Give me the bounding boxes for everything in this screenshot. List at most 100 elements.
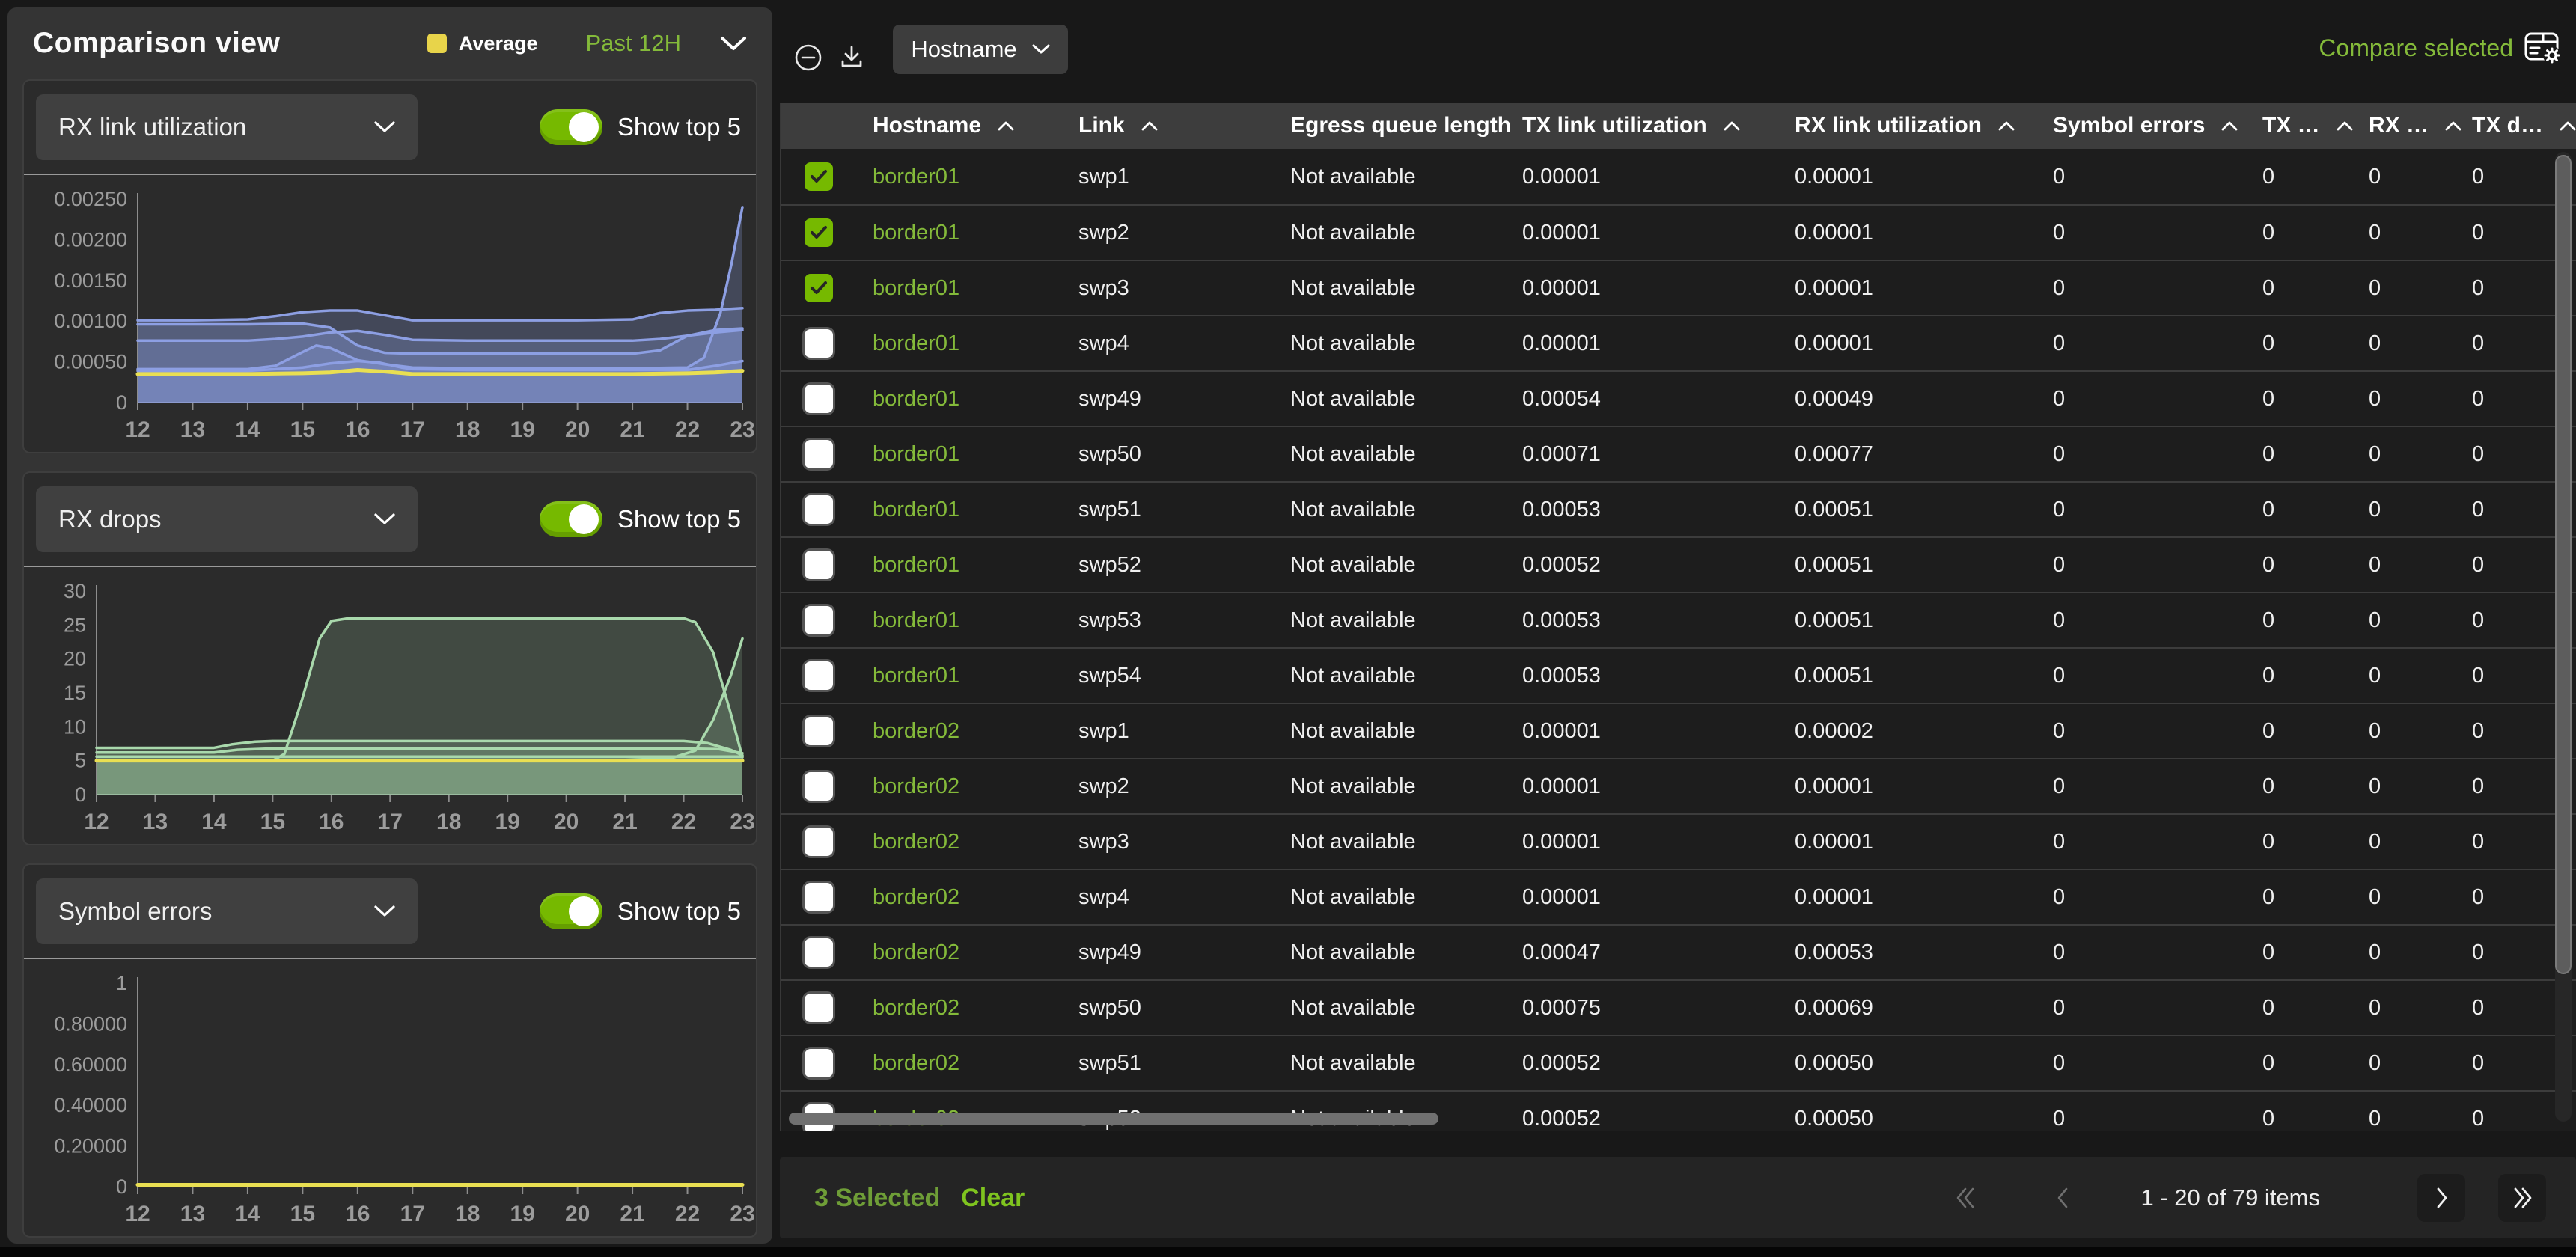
row-checkbox[interactable] xyxy=(805,551,833,579)
column-header[interactable]: TX link utilization xyxy=(1506,113,1778,138)
show-top-toggle[interactable] xyxy=(540,109,602,145)
collapse-panel-button[interactable] xyxy=(794,43,822,72)
column-header-label: RX … xyxy=(2369,113,2429,138)
row-checkbox[interactable] xyxy=(805,329,833,358)
hostname-link[interactable]: border02 xyxy=(856,774,1062,799)
row-checkbox[interactable] xyxy=(805,994,833,1022)
svg-text:23: 23 xyxy=(730,418,754,442)
compare-selected-label: Compare selected xyxy=(2319,34,2513,62)
row-checkbox[interactable] xyxy=(805,883,833,911)
row-checkbox[interactable] xyxy=(805,1049,833,1077)
group-by-dropdown[interactable]: Hostname xyxy=(893,25,1068,74)
previous-page-button[interactable] xyxy=(2051,1185,2076,1211)
minus-circle-icon xyxy=(794,43,822,72)
cell-tx-link-utilization: 0.00001 xyxy=(1506,885,1778,910)
column-header[interactable]: TX d… xyxy=(2456,113,2576,138)
sort-caret-up-icon[interactable] xyxy=(2337,121,2353,131)
metric-select[interactable]: Symbol errors xyxy=(36,878,418,944)
sort-caret-up-icon[interactable] xyxy=(1998,121,2015,131)
hostname-link[interactable]: border01 xyxy=(856,608,1062,633)
hostname-link[interactable]: border01 xyxy=(856,331,1062,356)
cell-tx-link-utilization: 0.00053 xyxy=(1506,608,1778,633)
sort-caret-up-icon[interactable] xyxy=(2221,121,2238,131)
sort-caret-up-icon[interactable] xyxy=(998,121,1014,131)
hostname-link[interactable]: border02 xyxy=(856,719,1062,744)
cell-rx-link-utilization: 0.00001 xyxy=(1778,331,2036,356)
row-checkbox[interactable] xyxy=(805,162,833,191)
cell-tx-more: 0 xyxy=(2246,1107,2352,1131)
horizontal-scrollbar[interactable] xyxy=(789,1113,1438,1125)
last-page-button[interactable] xyxy=(2498,1174,2546,1222)
hostname-link[interactable]: border01 xyxy=(856,276,1062,301)
hostname-link[interactable]: border02 xyxy=(856,1051,1062,1076)
show-top-toggle[interactable] xyxy=(540,501,602,537)
hostname-link[interactable]: border02 xyxy=(856,996,1062,1021)
row-checkbox[interactable] xyxy=(805,938,833,967)
export-button[interactable] xyxy=(837,43,866,72)
row-checkbox[interactable] xyxy=(805,661,833,690)
compare-selected-button[interactable]: Compare selected xyxy=(2319,30,2563,66)
svg-text:0.40000: 0.40000 xyxy=(54,1094,127,1116)
first-page-button[interactable] xyxy=(1953,1185,1979,1211)
cell-link: swp2 xyxy=(1062,221,1274,245)
chevron-down-icon[interactable] xyxy=(720,35,747,52)
cell-tx-more: 0 xyxy=(2246,774,2352,799)
show-top-toggle[interactable] xyxy=(540,893,602,929)
svg-text:0.20000: 0.20000 xyxy=(54,1135,127,1157)
column-header-label: Symbol errors xyxy=(2053,113,2205,138)
hostname-link[interactable]: border01 xyxy=(856,387,1062,412)
links-table: Hostname Link Egress queue length TX lin… xyxy=(780,103,2576,1131)
table-row: border02 swp3 Not available 0.00001 0.00… xyxy=(781,813,2576,869)
row-checkbox[interactable] xyxy=(805,606,833,634)
hostname-link[interactable]: border01 xyxy=(856,498,1062,522)
hostname-link[interactable]: border01 xyxy=(856,442,1062,467)
svg-text:19: 19 xyxy=(495,810,519,834)
cell-tx-more: 0 xyxy=(2246,664,2352,688)
svg-text:0.80000: 0.80000 xyxy=(54,1012,127,1035)
cell-tx-link-utilization: 0.00052 xyxy=(1506,553,1778,578)
column-header[interactable]: Link xyxy=(1062,113,1274,138)
sort-caret-up-icon[interactable] xyxy=(1141,121,1158,131)
row-checkbox[interactable] xyxy=(805,385,833,413)
column-header[interactable]: TX … xyxy=(2246,113,2352,138)
row-checkbox[interactable] xyxy=(805,828,833,856)
svg-text:10: 10 xyxy=(64,715,86,738)
row-checkbox[interactable] xyxy=(805,495,833,524)
cell-rx-more: 0 xyxy=(2352,165,2456,189)
column-header[interactable]: Egress queue length xyxy=(1274,113,1506,138)
metric-select[interactable]: RX drops xyxy=(36,486,418,552)
row-checkbox[interactable] xyxy=(805,274,833,302)
cell-tx-link-utilization: 0.00053 xyxy=(1506,498,1778,522)
clear-selection-button[interactable]: Clear xyxy=(961,1184,1025,1213)
hostname-link[interactable]: border01 xyxy=(856,553,1062,578)
next-page-button[interactable] xyxy=(2417,1174,2465,1222)
hostname-link[interactable]: border02 xyxy=(856,830,1062,854)
row-checkbox[interactable] xyxy=(805,440,833,468)
vertical-scrollbar[interactable] xyxy=(2555,155,2572,974)
column-header[interactable]: RX … xyxy=(2352,113,2456,138)
table-row: border01 swp51 Not available 0.00053 0.0… xyxy=(781,481,2576,536)
row-checkbox[interactable] xyxy=(805,218,833,247)
column-header[interactable]: Symbol errors xyxy=(2036,113,2246,138)
hostname-link[interactable]: border01 xyxy=(856,221,1062,245)
sort-caret-up-icon[interactable] xyxy=(1724,121,1740,131)
time-range-selector[interactable]: Past 12H xyxy=(585,30,681,57)
cell-rx-link-utilization: 0.00050 xyxy=(1778,1107,2036,1131)
hostname-link[interactable]: border02 xyxy=(856,941,1062,965)
row-checkbox[interactable] xyxy=(805,717,833,745)
cell-tx-more: 0 xyxy=(2246,719,2352,744)
hostname-link[interactable]: border01 xyxy=(856,664,1062,688)
sort-caret-up-icon[interactable] xyxy=(2560,121,2576,131)
metric-select[interactable]: RX link utilization xyxy=(36,94,418,160)
metric-select-label: Symbol errors xyxy=(58,897,212,926)
column-header[interactable]: RX link utilization xyxy=(1778,113,2036,138)
cell-rx-link-utilization: 0.00051 xyxy=(1778,498,2036,522)
hostname-link[interactable]: border02 xyxy=(856,885,1062,910)
row-checkbox[interactable] xyxy=(805,772,833,801)
cell-link: swp49 xyxy=(1062,387,1274,412)
cell-rx-more: 0 xyxy=(2352,941,2456,965)
svg-text:21: 21 xyxy=(612,810,637,834)
svg-text:22: 22 xyxy=(675,418,700,442)
hostname-link[interactable]: border01 xyxy=(856,165,1062,189)
column-header[interactable]: Hostname xyxy=(856,113,1062,138)
